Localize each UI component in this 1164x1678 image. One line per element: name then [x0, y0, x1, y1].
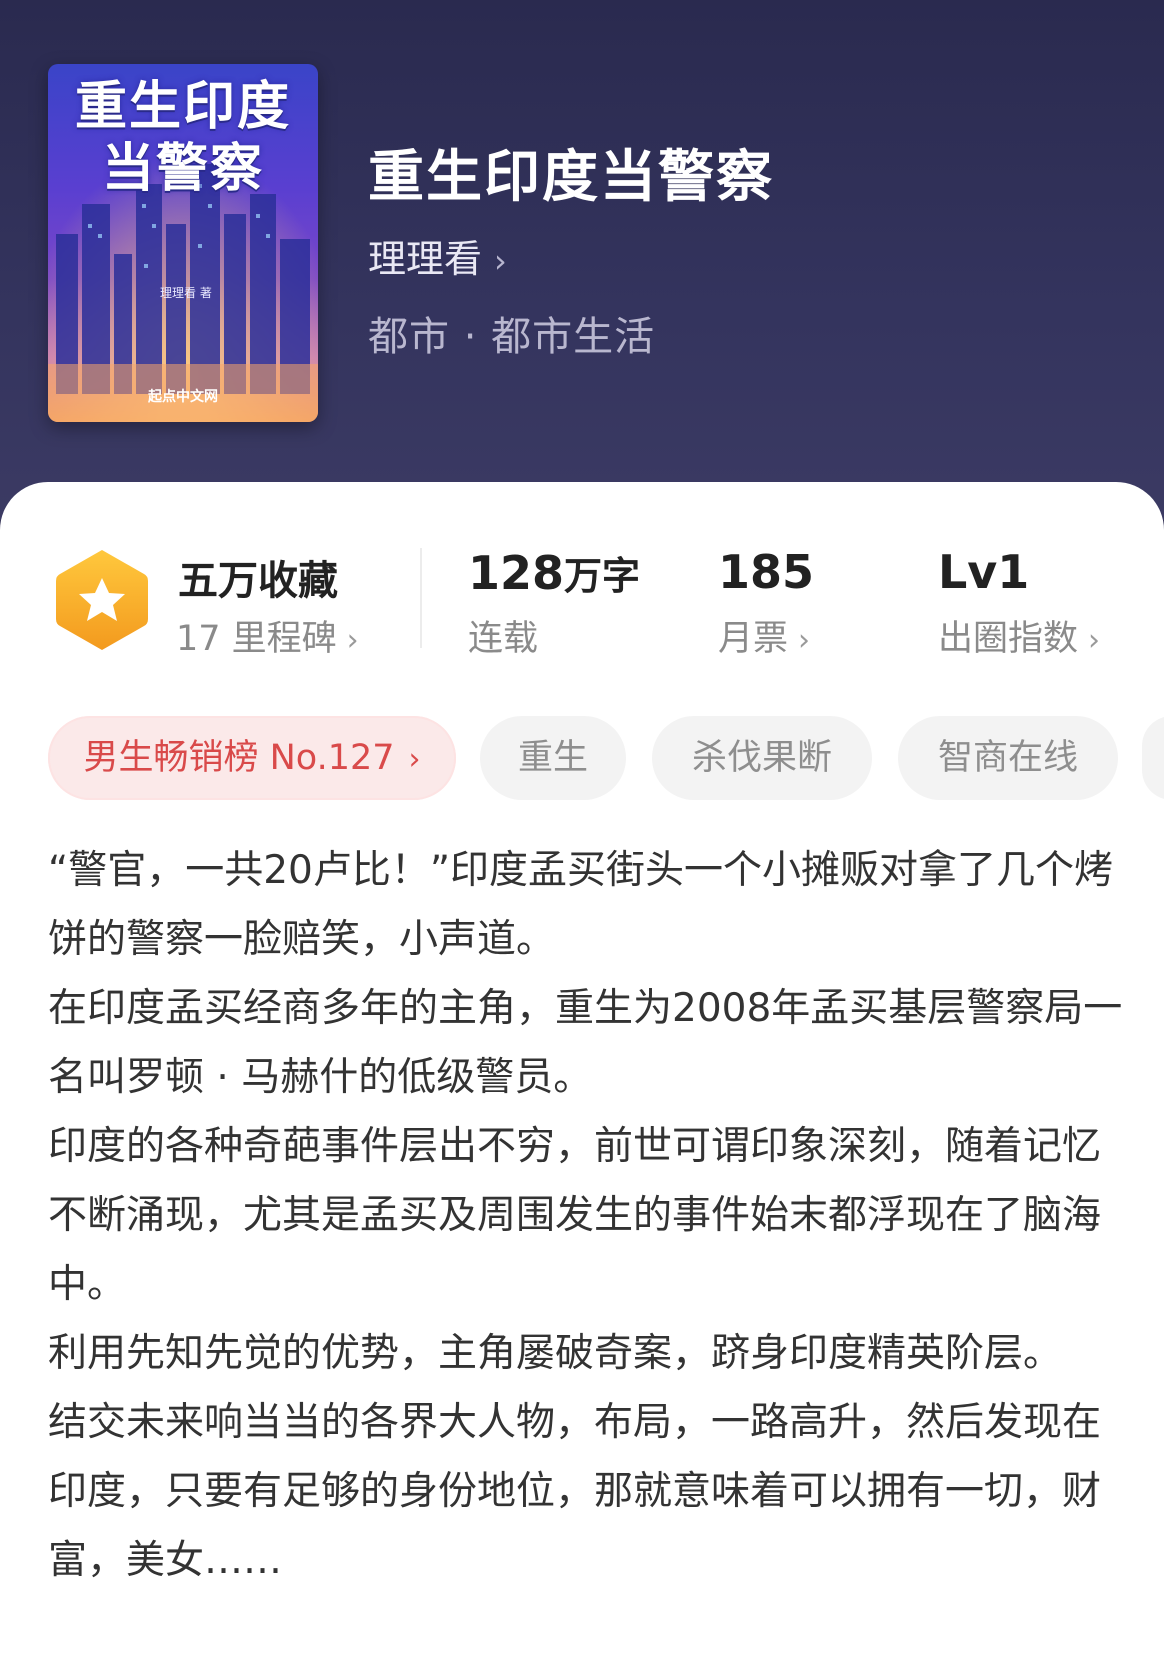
tag-decisive[interactable]: 杀伐果断	[652, 716, 872, 800]
synopsis-paragraph: 印度的各种奇葩事件层出不穷，前世可谓印象深刻，随着记忆不断涌现，尤其是孟买及周围…	[48, 1124, 1102, 1307]
rank-tag-label: 男生畅销榜 No.127	[83, 738, 395, 778]
monthly-votes-label: 月票	[718, 619, 789, 659]
monthly-votes-link[interactable]: 月票 ›	[718, 610, 810, 661]
chevron-right-icon: ›	[346, 623, 359, 658]
synopsis-paragraph: 结交未来响当当的各界大人物，布局，一路高升，然后发现在印度，只要有足够的身份地位…	[48, 1400, 1102, 1583]
chevron-right-icon: ›	[408, 742, 421, 777]
monthly-votes-value: 185	[718, 545, 815, 599]
word-count: 128万字	[468, 545, 640, 600]
popularity-index-link[interactable]: 出圈指数 ›	[938, 610, 1100, 661]
cover-title: 重生印度 当警察	[74, 76, 291, 199]
milestones-label: 17 里程碑	[176, 619, 337, 659]
cover-publisher: 起点中文网	[148, 389, 218, 405]
book-title: 重生印度当警察	[368, 145, 774, 210]
star-badge-icon	[56, 550, 148, 650]
synopsis-paragraph: 在印度孟买经商多年的主角，重生为2008年孟买基层警察局一名叫罗顿 · 马赫什的…	[48, 986, 1123, 1100]
favorites-count: 五万收藏	[178, 558, 338, 604]
rank-tag[interactable]: 男生畅销榜 No.127 ›	[48, 716, 456, 800]
chevron-right-icon: ›	[494, 242, 507, 280]
author-name: 理理看	[368, 237, 483, 281]
book-cover[interactable]: 重生印度 当警察 理理看 著 起点中文网	[48, 64, 318, 422]
word-count-value: 128	[468, 546, 565, 600]
synopsis-paragraph: 利用先知先觉的优势，主角屡破奇案，跻身印度精英阶层。	[48, 1331, 1063, 1376]
synopsis: “警官，一共20卢比！”印度孟买街头一个小摊贩对拿了几个烤饼的警察一脸赔笑，小声…	[48, 836, 1128, 1595]
cover-author: 理理看 著	[160, 286, 212, 300]
author-link[interactable]: 理理看 ›	[368, 228, 507, 283]
chevron-right-icon: ›	[1088, 623, 1101, 658]
tag-rebirth[interactable]: 重生	[480, 716, 626, 800]
chevron-right-icon: ›	[798, 623, 811, 658]
popularity-index-label: 出圈指数	[938, 619, 1079, 659]
serial-status: 连载	[468, 619, 539, 659]
milestones-link[interactable]: 17 里程碑 ›	[176, 610, 359, 661]
word-count-unit: 万字	[564, 554, 641, 598]
genre-label: 都市 · 都市生活	[368, 314, 656, 360]
synopsis-paragraph: “警官，一共20卢比！”印度孟买街头一个小摊贩对拿了几个烤饼的警察一脸赔笑，小声…	[48, 848, 1114, 962]
divider	[420, 548, 422, 648]
tag-smart[interactable]: 智商在线	[898, 716, 1118, 800]
popularity-level: Lv1	[938, 545, 1030, 599]
